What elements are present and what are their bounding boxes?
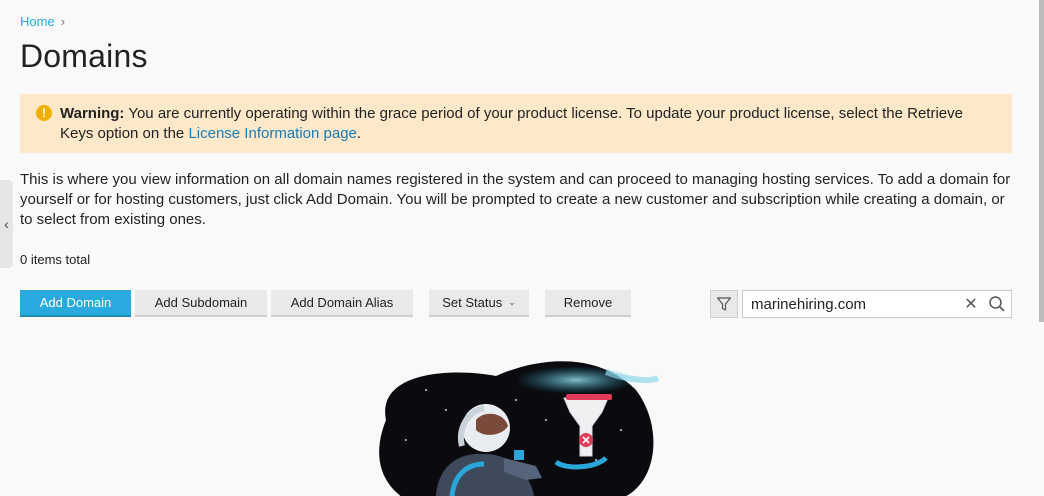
search-field[interactable]: marinehiring.com ✕: [742, 290, 1012, 318]
add-domain-button[interactable]: Add Domain: [20, 290, 131, 317]
remove-button[interactable]: Remove: [545, 290, 631, 317]
page-description: This is where you view information on al…: [20, 171, 1011, 228]
sidebar-collapse-toggle[interactable]: ‹: [0, 180, 13, 268]
add-domain-label: Add Domain: [39, 295, 112, 310]
search-icon[interactable]: [983, 295, 1011, 313]
set-status-dropdown[interactable]: Set Status ⌄: [429, 290, 529, 317]
scrollbar[interactable]: [1039, 0, 1044, 322]
page-title: Domains: [20, 38, 148, 74]
breadcrumb-home-link[interactable]: Home: [20, 14, 55, 29]
close-icon[interactable]: ✕: [959, 294, 983, 314]
warning-icon: !: [36, 105, 52, 121]
chevron-down-icon: ⌄: [508, 297, 516, 307]
license-information-link[interactable]: License Information page: [188, 125, 356, 142]
filter-icon: [716, 297, 732, 311]
remove-label: Remove: [563, 295, 613, 310]
filter-button[interactable]: [710, 290, 738, 318]
add-domain-alias-button[interactable]: Add Domain Alias: [271, 290, 413, 317]
add-subdomain-label: Add Subdomain: [154, 295, 248, 310]
breadcrumb: Home ›: [20, 14, 65, 29]
items-count: 0 items total: [20, 252, 91, 267]
license-warning-banner: ! Warning: You are currently operating w…: [20, 94, 1012, 153]
set-status-label: Set Status: [442, 295, 503, 310]
warning-label: Warning:: [60, 105, 125, 122]
chevron-left-icon: ‹: [4, 216, 9, 232]
search-input[interactable]: marinehiring.com: [751, 296, 959, 313]
warning-text-end: .: [356, 125, 362, 142]
add-subdomain-button[interactable]: Add Subdomain: [135, 290, 267, 317]
add-domain-alias-label: Add Domain Alias: [290, 295, 394, 310]
empty-state-astronaut-illustration: [379, 361, 660, 496]
chevron-right-icon: ›: [60, 14, 66, 29]
